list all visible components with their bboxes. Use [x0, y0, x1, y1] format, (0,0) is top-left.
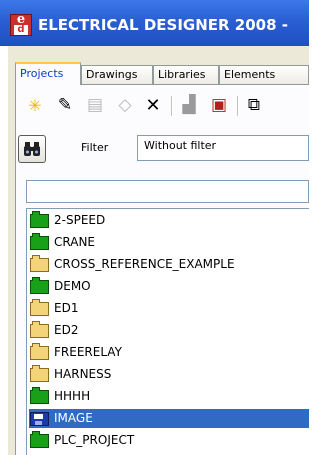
- list-item[interactable]: FREERELAY: [29, 343, 309, 362]
- green-folder-icon: [30, 277, 49, 294]
- list-item[interactable]: CROSS_REFERENCE_EXAMPLE: [29, 255, 309, 274]
- filter-label: Filter: [81, 141, 109, 154]
- yellow-folder-icon: [30, 255, 49, 272]
- tab-elements[interactable]: Elements: [219, 65, 309, 84]
- yellow-folder-icon: [30, 321, 49, 338]
- delete-icon[interactable]: ✕: [140, 92, 166, 118]
- tab-libraries[interactable]: Libraries: [153, 65, 219, 84]
- toolbar-separator: [171, 96, 173, 116]
- toolbar-separator: [237, 96, 239, 116]
- green-folder-icon: [30, 233, 49, 250]
- filter-select[interactable]: Without filter: [137, 135, 309, 161]
- green-folder-icon: [30, 431, 49, 448]
- disk-icon: [30, 412, 49, 426]
- print-icon[interactable]: ▤: [82, 92, 108, 118]
- tab-projects[interactable]: Projects: [15, 62, 81, 85]
- list-item-selected[interactable]: IMAGE: [29, 409, 309, 428]
- list-item[interactable]: 2-SPEED: [29, 211, 309, 230]
- list-item[interactable]: HHHH: [29, 387, 309, 406]
- find-button[interactable]: [18, 135, 46, 163]
- list-item[interactable]: ED1: [29, 299, 309, 318]
- yellow-folder-icon: [30, 299, 49, 316]
- app-logo-icon: ed: [10, 13, 32, 36]
- project-toolbar: ✳ ✎ ▤ ◇ ✕ ▟ ▣ ⧉: [16, 86, 309, 126]
- yellow-folder-icon: [30, 365, 49, 382]
- green-folder-icon: [30, 387, 49, 404]
- tab-drawings[interactable]: Drawings: [81, 65, 153, 84]
- move-icon[interactable]: ▟: [176, 92, 202, 118]
- search-input[interactable]: [26, 180, 309, 203]
- new-icon[interactable]: ✳: [22, 92, 48, 118]
- edit-icon[interactable]: ✎: [52, 92, 78, 118]
- yellow-folder-icon: [30, 343, 49, 360]
- properties-icon[interactable]: ▣: [206, 92, 232, 118]
- copy-icon[interactable]: ⧉: [241, 92, 267, 118]
- title-bar[interactable]: ed ELECTRICAL DESIGNER 2008 -: [0, 0, 309, 46]
- list-item[interactable]: DEMO: [29, 277, 309, 296]
- tab-strip: Projects Drawings Libraries Elements: [15, 62, 309, 85]
- projects-list[interactable]: 2-SPEED CRANE CROSS_REFERENCE_EXAMPLE DE…: [26, 208, 309, 455]
- list-item[interactable]: PLC_PROJECT: [29, 431, 309, 450]
- binoculars-icon: [24, 142, 40, 156]
- window-title: ELECTRICAL DESIGNER 2008 -: [38, 16, 288, 34]
- green-folder-icon: [30, 211, 49, 228]
- eraser-icon[interactable]: ◇: [112, 92, 138, 118]
- list-item[interactable]: ED2: [29, 321, 309, 340]
- list-item[interactable]: CRANE: [29, 233, 309, 252]
- list-item[interactable]: HARNESS: [29, 365, 309, 384]
